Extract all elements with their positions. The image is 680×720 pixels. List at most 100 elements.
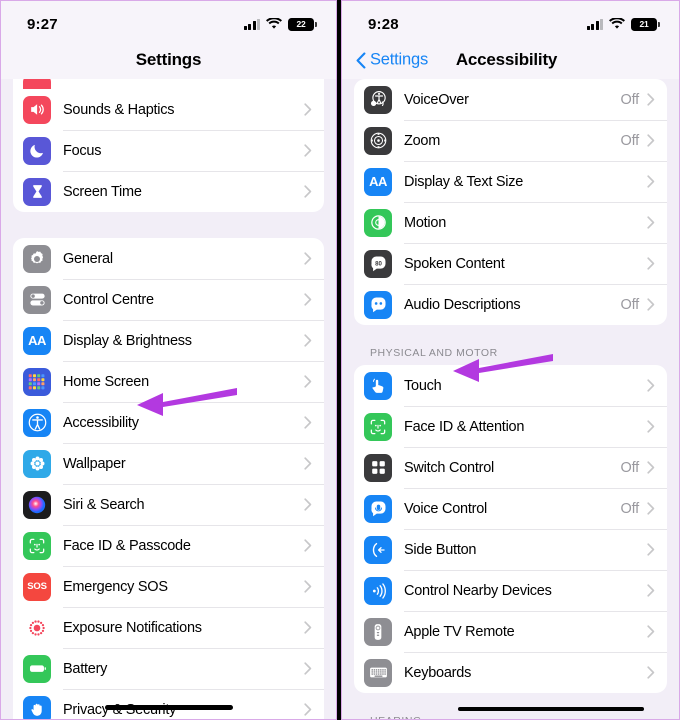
- wifi-icon: [266, 18, 282, 30]
- settings-row[interactable]: Control Centre: [13, 279, 324, 320]
- settings-row[interactable]: Home Screen: [13, 361, 324, 402]
- settings-row-label: Screen Time: [63, 183, 142, 200]
- settings-row[interactable]: Side Button: [354, 529, 667, 570]
- battery-icon: 21: [631, 17, 660, 31]
- siri-icon: [23, 490, 51, 519]
- settings-row[interactable]: Battery: [13, 648, 324, 689]
- settings-row-label: Face ID & Passcode: [63, 537, 191, 554]
- settings-row-label: Zoom: [404, 132, 441, 149]
- status-clock: 9:28: [368, 15, 399, 33]
- settings-row-label: Display & Brightness: [63, 332, 192, 349]
- chevron-right-icon: [304, 144, 312, 157]
- accessibility-icon: [23, 408, 51, 437]
- chevron-right-icon: [304, 375, 312, 388]
- back-button-label: Settings: [370, 50, 429, 69]
- status-bar: 9:28 21: [342, 1, 679, 41]
- cellular-bars-icon: [243, 18, 260, 30]
- chevron-right-icon: [304, 334, 312, 347]
- accessibility-list[interactable]: VoiceOver Off Zoom Off AA Display & Text…: [342, 79, 679, 719]
- back-button[interactable]: Settings: [356, 51, 428, 70]
- settings-row-value: Off: [620, 296, 640, 313]
- settings-row[interactable]: Focus: [13, 130, 324, 171]
- settings-row-label: Keyboards: [404, 664, 472, 681]
- settings-row[interactable]: Wallpaper: [13, 443, 324, 484]
- settings-row[interactable]: AA Display & Text Size: [354, 161, 667, 202]
- speaker-icon: [23, 95, 51, 124]
- chevron-right-icon: [647, 625, 655, 638]
- chevron-right-icon: [647, 543, 655, 556]
- settings-row[interactable]: Sounds & Haptics: [13, 89, 324, 130]
- right-phone-screen: 9:28 21 Settings Accessibility VoiceOver…: [341, 0, 680, 720]
- status-clock: 9:27: [27, 15, 58, 33]
- face-id-icon: [23, 531, 51, 560]
- settings-row[interactable]: Face ID & Passcode: [13, 525, 324, 566]
- settings-row-label: Control Centre: [63, 291, 154, 308]
- settings-row-label: Spoken Content: [404, 255, 505, 272]
- switch-control-icon: [364, 453, 392, 482]
- page-title: Accessibility: [455, 50, 558, 69]
- settings-row[interactable]: Screen Time: [13, 171, 324, 212]
- settings-row[interactable]: Control Nearby Devices: [354, 570, 667, 611]
- left-phone-screen: 9:27 22 Settings Sounds & Haptics Focus …: [0, 0, 337, 720]
- settings-row[interactable]: Voice Control Off: [354, 488, 667, 529]
- chevron-left-icon: [356, 52, 366, 68]
- audio-descriptions-icon: [364, 290, 392, 319]
- group-gap: [13, 212, 324, 238]
- chevron-right-icon: [647, 379, 655, 392]
- settings-row-label: Emergency SOS: [63, 578, 168, 595]
- settings-group-system: General Control Centre AA Display & Brig…: [13, 238, 324, 719]
- chevron-right-icon: [647, 175, 655, 188]
- settings-row[interactable]: Accessibility: [13, 402, 324, 443]
- settings-row[interactable]: Zoom Off: [354, 120, 667, 161]
- settings-list[interactable]: Sounds & Haptics Focus Screen Time Gener…: [1, 79, 336, 719]
- cellular-bars-icon: [586, 18, 603, 30]
- face-id-icon: [364, 412, 392, 441]
- chevron-right-icon: [304, 252, 312, 265]
- spoken-content-icon: 80: [364, 249, 392, 278]
- settings-row[interactable]: 80 Spoken Content: [354, 243, 667, 284]
- settings-row[interactable]: Touch: [354, 365, 667, 406]
- hourglass-icon: [23, 177, 51, 206]
- settings-row[interactable]: General: [13, 238, 324, 279]
- settings-row[interactable]: Exposure Notifications: [13, 607, 324, 648]
- settings-group-media: Sounds & Haptics Focus Screen Time: [13, 79, 324, 212]
- settings-row-label: General: [63, 250, 113, 267]
- settings-row-label: Focus: [63, 142, 102, 159]
- status-indicators: 21: [586, 17, 660, 31]
- settings-row[interactable]: VoiceOver Off: [354, 79, 667, 120]
- chevron-right-icon: [647, 666, 655, 679]
- accessibility-section-vision: VoiceOver Off Zoom Off AA Display & Text…: [354, 79, 667, 325]
- settings-row-label: Audio Descriptions: [404, 296, 521, 313]
- settings-row-value: Off: [620, 132, 640, 149]
- wifi-icon: [609, 18, 625, 30]
- status-indicators: 22: [243, 17, 317, 31]
- settings-row[interactable]: Apple TV Remote: [354, 611, 667, 652]
- nav-bar: Settings: [1, 41, 336, 79]
- settings-row-label: Apple TV Remote: [404, 623, 515, 640]
- chevron-right-icon: [647, 461, 655, 474]
- settings-row-label: Touch: [404, 377, 442, 394]
- settings-row[interactable]: SOS Emergency SOS: [13, 566, 324, 607]
- settings-row[interactable]: Keyboards: [354, 652, 667, 693]
- nav-bar: Settings Accessibility: [342, 41, 679, 79]
- exposure-icon: [23, 613, 51, 642]
- settings-row-label: Control Nearby Devices: [404, 582, 552, 599]
- settings-row-label: VoiceOver: [404, 91, 469, 108]
- nearby-devices-icon: [364, 576, 392, 605]
- settings-row[interactable]: Siri & Search: [13, 484, 324, 525]
- settings-row[interactable]: Motion: [354, 202, 667, 243]
- section-header-hearing: HEARING: [354, 715, 667, 719]
- settings-row[interactable]: Switch Control Off: [354, 447, 667, 488]
- chevron-right-icon: [304, 457, 312, 470]
- chevron-right-icon: [304, 580, 312, 593]
- chevron-right-icon: [304, 662, 312, 675]
- section-wrapper-physical-motor: PHYSICAL AND MOTOR Touch Face ID & Atten…: [354, 325, 667, 693]
- settings-row[interactable]: Face ID & Attention: [354, 406, 667, 447]
- settings-row[interactable]: AA Display & Brightness: [13, 320, 324, 361]
- motion-icon: [364, 208, 392, 237]
- settings-row-label: Side Button: [404, 541, 477, 558]
- settings-row[interactable]: Audio Descriptions Off: [354, 284, 667, 325]
- settings-row-label: Siri & Search: [63, 496, 145, 513]
- partial-icon: [23, 79, 51, 89]
- status-bar: 9:27 22: [1, 1, 336, 41]
